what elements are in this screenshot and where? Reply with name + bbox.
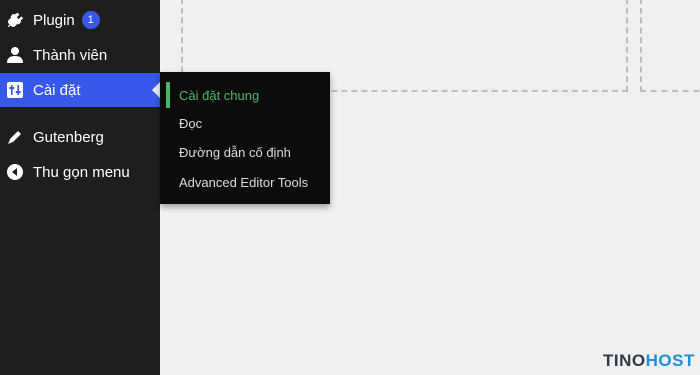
submenu-item-permalinks[interactable]: Đường dẫn cố định — [160, 138, 330, 166]
sidebar-item-label: Plugin — [33, 11, 75, 29]
submenu-item-general[interactable]: Cài đặt chung — [160, 81, 330, 109]
submenu-item-advanced-editor-tools[interactable]: Advanced Editor Tools — [160, 168, 330, 196]
user-icon — [5, 45, 25, 65]
sidebar-item-users[interactable]: Thành viên — [0, 38, 160, 72]
tinohost-watermark-logo: TINOHOST — [603, 351, 695, 370]
settings-submenu: Cài đặt chung Đọc Đường dẫn cố định Adva… — [160, 72, 330, 204]
sidebar-item-label: Thu gọn menu — [33, 163, 130, 181]
sidebar-item-label: Cài đặt — [33, 81, 81, 99]
sidebar-item-gutenberg[interactable]: Gutenberg — [0, 120, 160, 154]
admin-sidebar: Plugin 1 Thành viên Cài đặt Gutenberg Th… — [0, 0, 160, 375]
plug-icon — [5, 10, 25, 30]
collapse-arrow-icon — [5, 162, 25, 182]
sidebar-item-label: Gutenberg — [33, 128, 104, 146]
sidebar-item-plugin[interactable]: Plugin 1 — [0, 3, 160, 37]
pencil-icon — [5, 127, 25, 147]
update-count-badge: 1 — [81, 11, 100, 29]
submenu-item-reading[interactable]: Đọc — [160, 109, 330, 137]
sidebar-item-settings[interactable]: Cài đặt — [0, 73, 160, 107]
editor-block-placeholder-right — [640, 0, 700, 92]
collapse-menu-button[interactable]: Thu gọn menu — [0, 155, 160, 189]
settings-sliders-icon — [5, 80, 25, 100]
sidebar-item-label: Thành viên — [33, 46, 108, 64]
